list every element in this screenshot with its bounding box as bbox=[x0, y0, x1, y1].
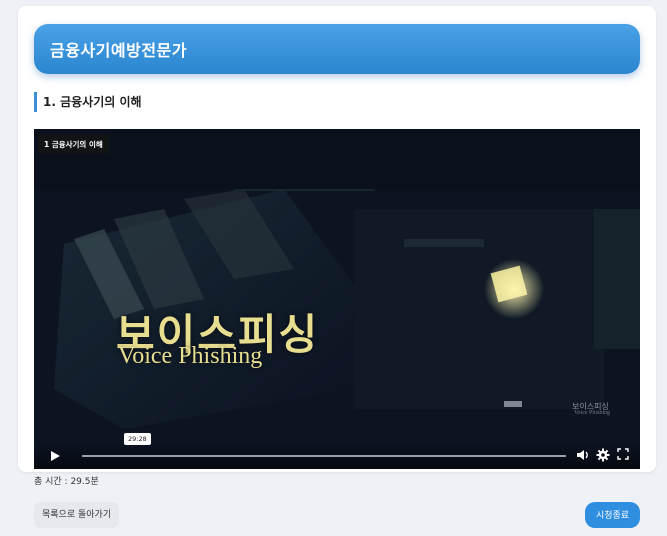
volume-icon[interactable] bbox=[576, 448, 590, 462]
video-controls: 29:28 bbox=[34, 433, 640, 469]
gear-icon[interactable] bbox=[596, 448, 610, 462]
video-caption-english: Voice Phishing bbox=[118, 343, 263, 369]
seek-time-tooltip: 29:28 bbox=[124, 433, 151, 445]
end-viewing-button[interactable]: 시청종료 bbox=[585, 502, 640, 528]
total-time: 총 시간 : 29.5분 bbox=[34, 477, 99, 487]
course-title: 금융사기예방전문가 bbox=[50, 41, 187, 60]
video-frame bbox=[34, 129, 640, 469]
section-title: 1. 금융사기의 이해 bbox=[34, 92, 142, 112]
video-title-label: 1 금융사기의 이해 bbox=[38, 135, 109, 154]
video-player[interactable]: 1 금융사기의 이해 보이스피싱 Voice Phishing 보이스피싱 Vo… bbox=[34, 129, 640, 469]
play-icon[interactable] bbox=[48, 449, 62, 463]
fullscreen-icon[interactable] bbox=[617, 448, 629, 460]
back-to-list-button[interactable]: 목록으로 돌아가기 bbox=[34, 502, 120, 528]
progress-bar[interactable]: 29:28 bbox=[82, 433, 566, 457]
course-header: 금융사기예방전문가 bbox=[34, 24, 640, 74]
video-watermark-english: Voice Phishing bbox=[574, 410, 611, 416]
